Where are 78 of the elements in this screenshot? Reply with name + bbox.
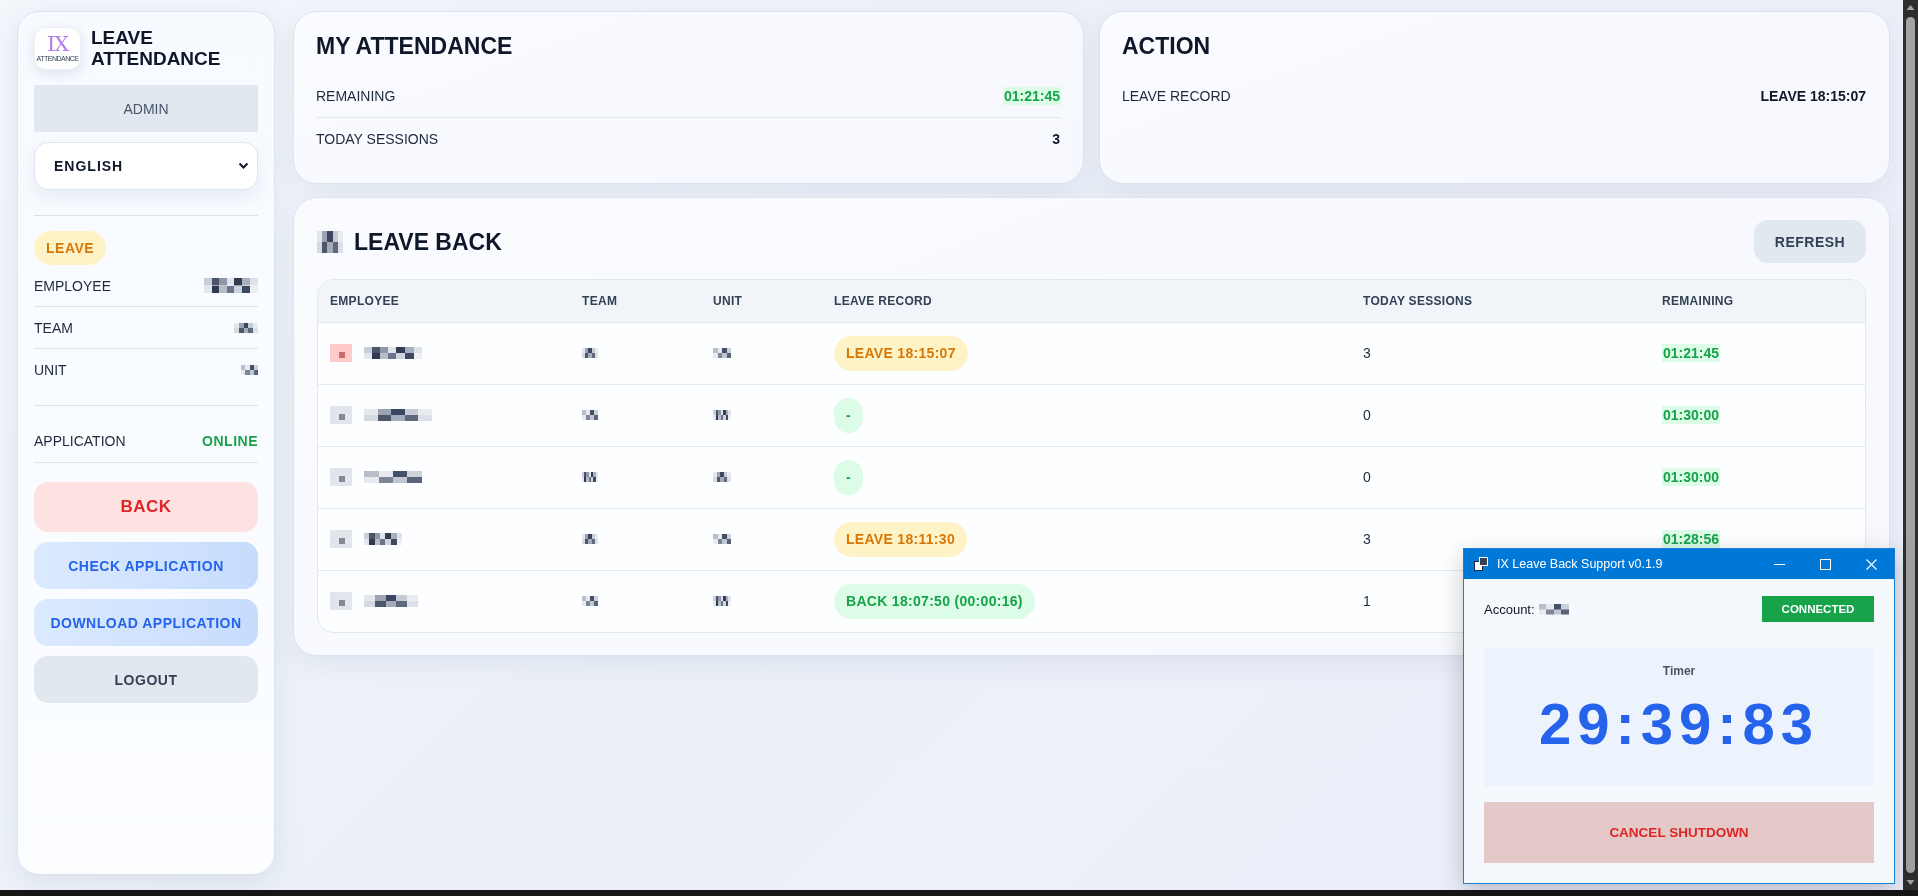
pixelated-text <box>364 595 418 608</box>
table-cell: 1 <box>1363 593 1371 610</box>
pixelated-text <box>713 472 731 482</box>
column-header: TEAM <box>570 280 701 322</box>
stat-label: TODAY SESSIONS <box>316 130 439 147</box>
cancel-shutdown-button[interactable]: CANCEL SHUTDOWN <box>1484 802 1874 863</box>
card-title: ACTION <box>1122 32 1212 60</box>
leave-record-badge: - <box>834 397 863 433</box>
logo-mark: IX <box>46 34 69 54</box>
language-select[interactable]: ENGLISH <box>34 142 258 190</box>
remaining-time: 01:21:45 <box>1662 344 1721 362</box>
remaining-time: 01:28:56 <box>1662 530 1721 548</box>
pixelated-text <box>364 409 432 421</box>
remaining-time: 01:30:00 <box>1662 468 1721 486</box>
pixelated-text <box>713 348 731 358</box>
pixelated-text <box>234 322 258 333</box>
maximize-icon <box>1819 558 1831 570</box>
leave-record-badge: LEAVE 18:15:07 <box>834 335 968 371</box>
pixelated-text <box>364 471 422 483</box>
column-header: UNIT <box>701 280 822 322</box>
stat-value: 01:21:45 <box>1002 87 1061 105</box>
pixelated-text <box>1538 603 1569 615</box>
pixelated-text <box>713 534 731 544</box>
stat-label: REMAINING <box>316 88 396 104</box>
leave-record-badge: BACK 18:07:50 (00:00:16) <box>834 583 1035 619</box>
close-icon <box>1865 558 1877 570</box>
pixelated-text <box>582 534 598 544</box>
info-label: TEAM <box>34 319 73 336</box>
leave-record-badge: - <box>834 459 863 495</box>
pixelated-text <box>204 278 258 293</box>
card-title: MY ATTENDANCE <box>316 32 514 60</box>
leave-record-badge: LEAVE 18:11:30 <box>834 521 967 557</box>
app-window-icon <box>1474 557 1488 571</box>
table-cell: 0 <box>1363 407 1371 423</box>
pixelated-icon <box>317 230 343 253</box>
table-cell: 3 <box>1363 531 1371 547</box>
pixelated-text <box>582 348 598 358</box>
table-cell: 3 <box>1363 345 1371 361</box>
column-header: REMAINING <box>1650 280 1865 322</box>
stat-label: LEAVE RECORD <box>1122 88 1231 104</box>
scrollbar[interactable] <box>1903 0 1918 890</box>
application-status: ONLINE <box>202 433 258 449</box>
stat-value: 3 <box>1051 129 1061 148</box>
info-label: EMPLOYEE <box>34 277 112 294</box>
timer-label: Timer <box>1662 663 1696 679</box>
column-header: LEAVE RECORD <box>822 280 1351 322</box>
sidebar-button[interactable]: CHECK APPLICATION <box>34 542 258 589</box>
pixelated-text <box>582 596 598 607</box>
stat-value: LEAVE 18:15:07 <box>1759 87 1867 105</box>
refresh-button[interactable]: REFRESH <box>1754 220 1866 263</box>
column-header: TODAY SESSIONS <box>1351 280 1650 322</box>
chevron-down-icon <box>238 162 249 170</box>
card-title: LEAVE BACK <box>354 227 502 256</box>
app-title: LEAVE ATTENDANCE <box>91 27 222 69</box>
sidebar-button[interactable]: BACK <box>34 482 258 532</box>
pixelated-text <box>241 365 258 375</box>
down-arrow-icon <box>1906 878 1915 887</box>
role-label: ADMIN <box>34 85 258 132</box>
account-label: Account: <box>1484 601 1535 617</box>
info-label: UNIT <box>34 362 67 378</box>
pixelated-text <box>713 596 731 607</box>
window-title: IX Leave Back Support v0.1.9 <box>1497 557 1663 571</box>
pixelated-text <box>713 410 731 420</box>
pixelated-text <box>582 410 598 420</box>
column-header: EMPLOYEE <box>318 280 570 322</box>
up-arrow-icon <box>1906 3 1915 12</box>
sidebar-button[interactable]: LOGOUT <box>34 656 258 703</box>
scrollbar-thumb[interactable] <box>1906 17 1915 873</box>
sidebar-button[interactable]: DOWNLOAD APPLICATION <box>34 599 258 646</box>
pixelated-text <box>582 472 598 482</box>
pixelated-text <box>364 347 422 359</box>
timer-value: 29:39:83 <box>1538 693 1820 755</box>
info-label: APPLICATION <box>34 433 126 449</box>
connection-status: CONNECTED <box>1762 596 1874 622</box>
pixelated-text <box>364 533 402 545</box>
remaining-time: 01:30:00 <box>1662 406 1721 424</box>
status-badge: LEAVE <box>34 231 107 265</box>
table-cell: 0 <box>1363 469 1371 485</box>
